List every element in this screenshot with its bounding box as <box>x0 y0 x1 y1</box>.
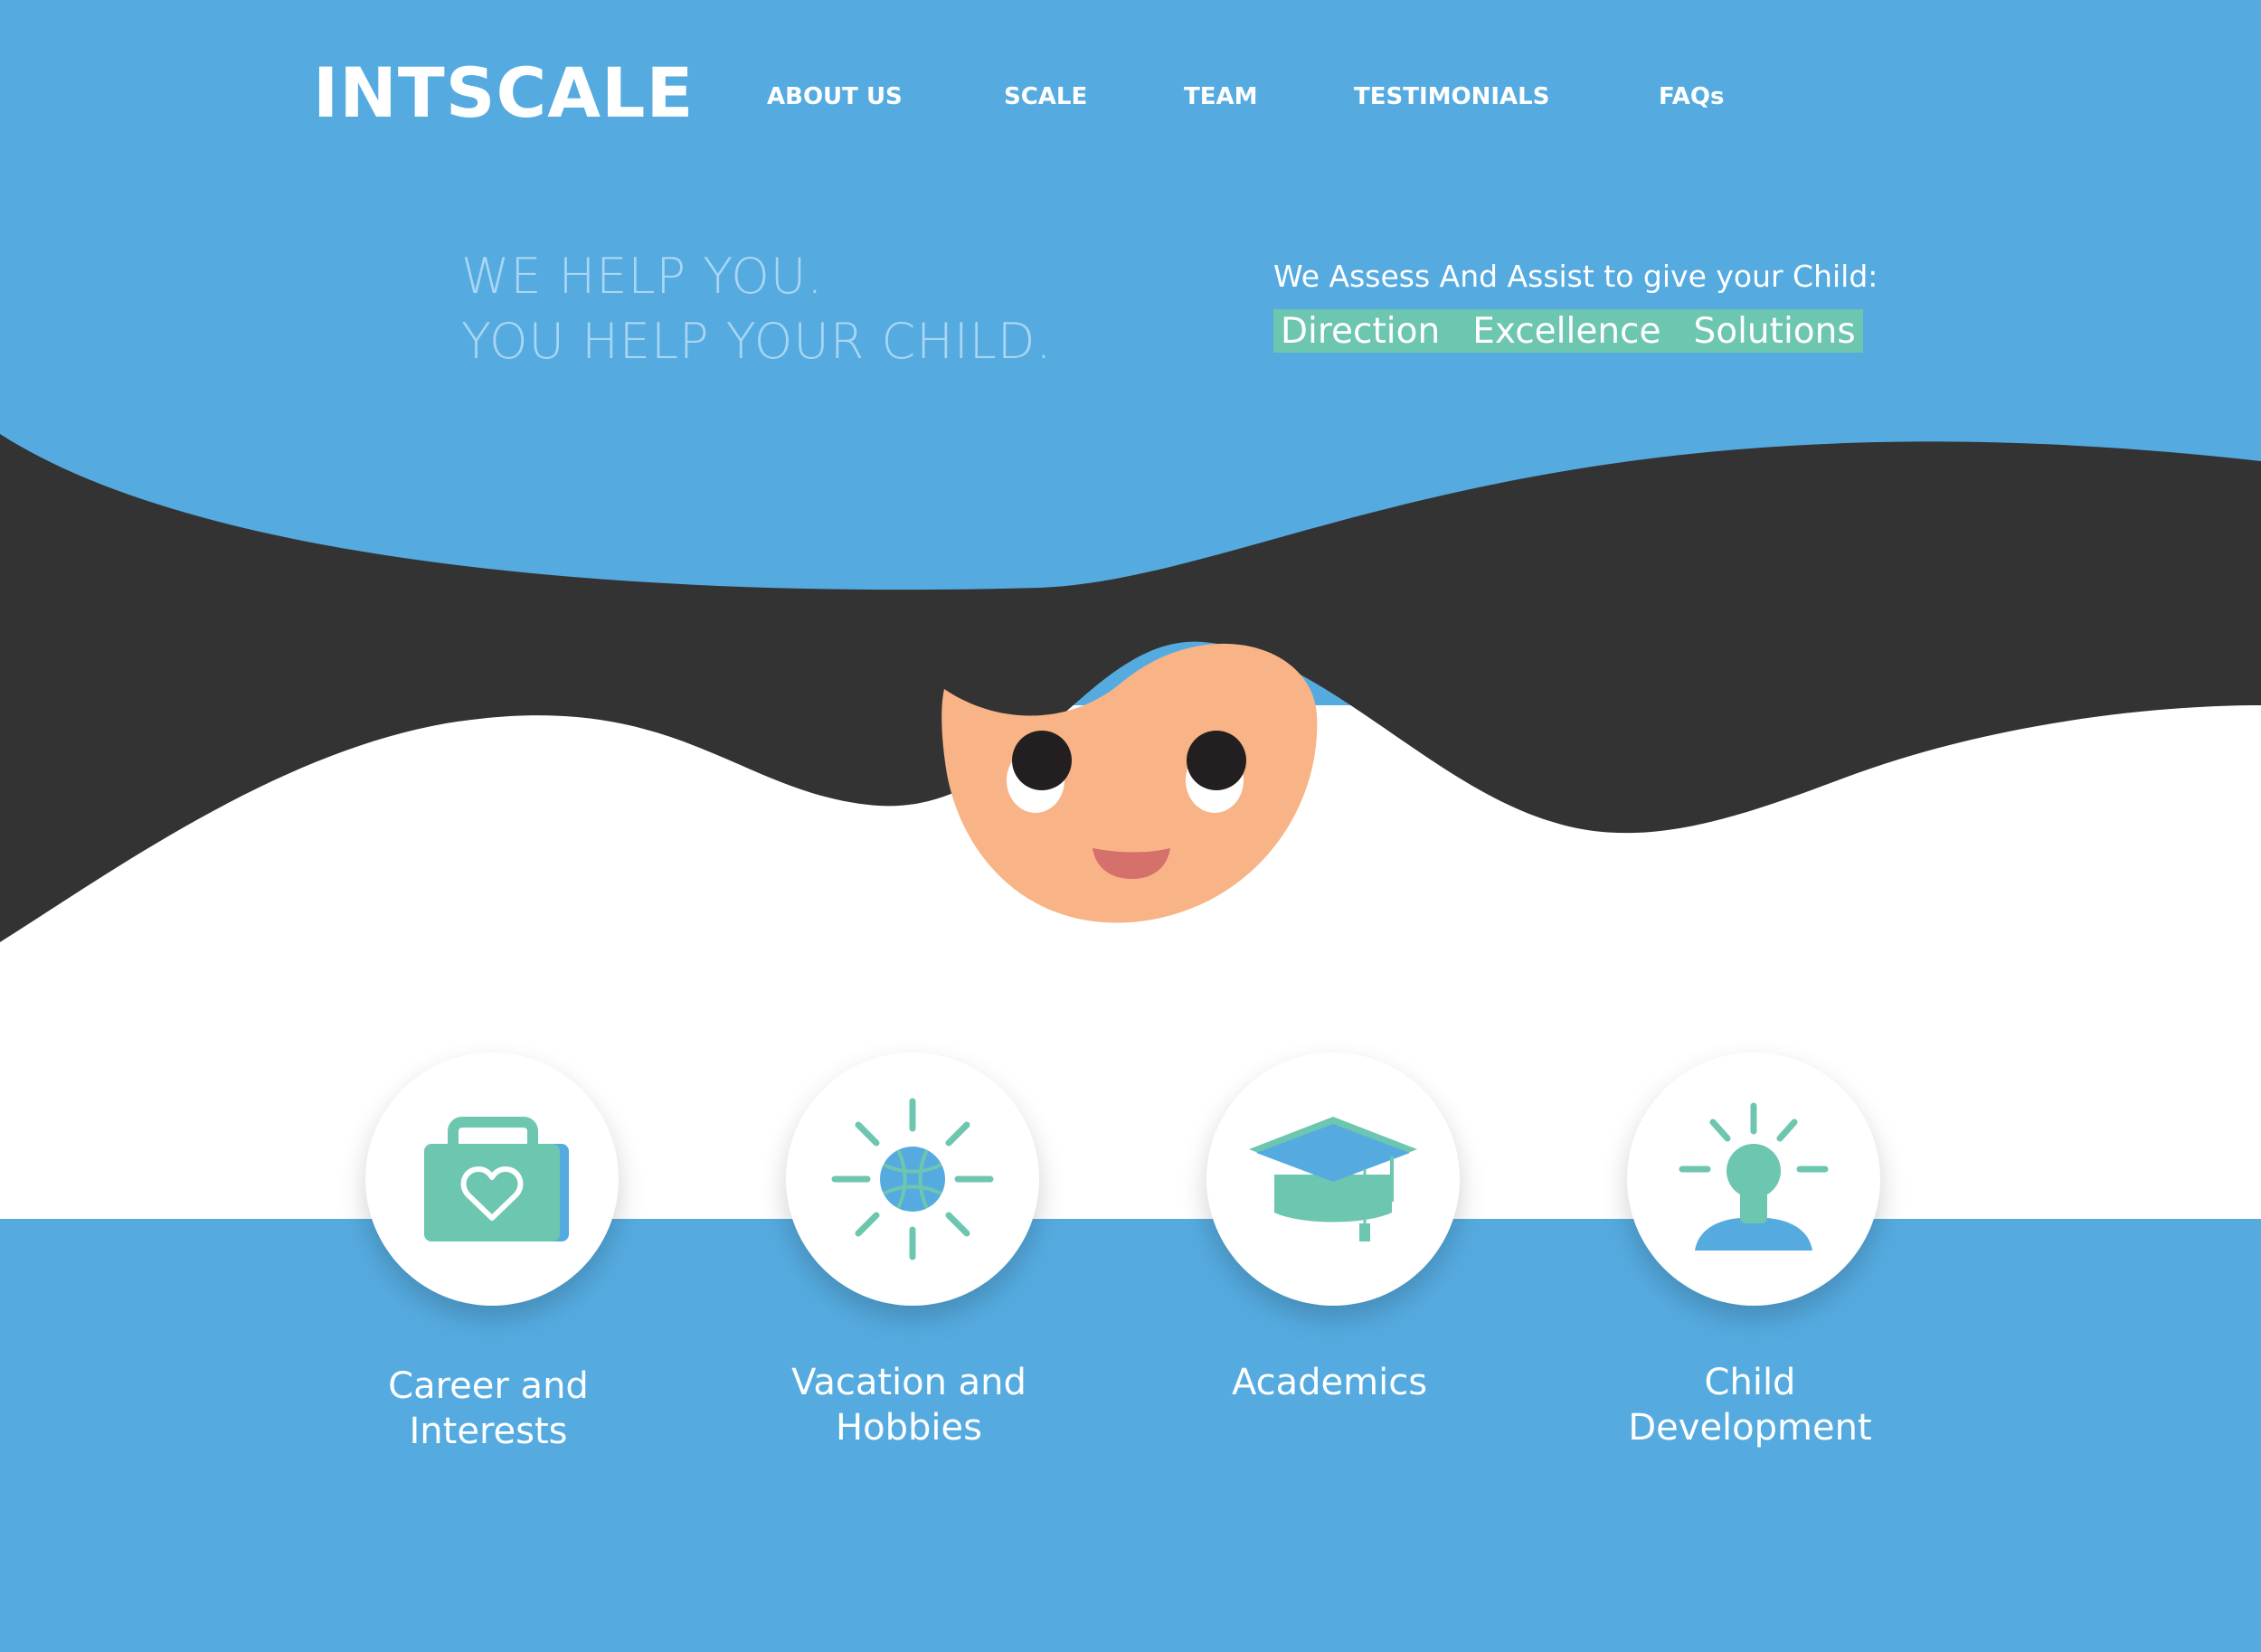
tagline-line-2: YOU HELP YOUR CHILD. <box>461 313 1053 370</box>
briefcase-heart-icon <box>424 1117 569 1241</box>
nav-testimonials[interactable]: TESTIMONIALS <box>1354 83 1549 110</box>
feature-academics-label: Academics <box>1167 1360 1492 1405</box>
feature-career-label: Career and Interests <box>326 1364 651 1454</box>
feature-vacation-button[interactable] <box>786 1053 1039 1306</box>
nav-scale[interactable]: SCALE <box>1004 83 1087 110</box>
nav-about-us[interactable]: ABOUT US <box>767 83 903 110</box>
right-pupil <box>1187 731 1246 790</box>
tagline-line-1: WE HELP YOU. <box>461 248 824 305</box>
value-pills: Direction Excellence Solutions <box>1273 309 1863 353</box>
left-pupil <box>1012 731 1072 790</box>
nav-team[interactable]: TEAM <box>1184 83 1258 110</box>
brand-logo[interactable]: INTSCALE <box>313 52 694 133</box>
academics-label-line-1: Academics <box>1231 1362 1428 1403</box>
feature-vacation-label: Vacation and Hobbies <box>746 1360 1072 1450</box>
feature-child-development-button[interactable] <box>1627 1053 1880 1306</box>
hero-tagline: WE HELP YOU. YOU HELP YOUR CHILD. <box>461 244 1053 374</box>
assist-text: We Assess And Assist to give your Child: <box>1273 259 1878 294</box>
landing-page: INTSCALE ABOUT US SCALE TEAM TESTIMONIAL… <box>0 0 2261 1652</box>
child-dev-label-line-2: Development <box>1628 1407 1872 1449</box>
pill-solutions: Solutions <box>1693 310 1856 352</box>
feature-academics-button[interactable] <box>1206 1053 1460 1306</box>
sun-ball-icon <box>831 1098 994 1260</box>
child-dev-label-line-1: Child <box>1704 1362 1796 1403</box>
vacation-label-line-2: Hobbies <box>836 1407 982 1449</box>
feature-career-button[interactable] <box>365 1053 619 1306</box>
nav-faqs[interactable]: FAQs <box>1659 83 1724 110</box>
graduation-cap-icon <box>1249 1117 1417 1241</box>
career-label-line-1: Career and <box>388 1365 589 1407</box>
pill-direction: Direction <box>1281 310 1441 352</box>
pill-excellence: Excellence <box>1472 310 1661 352</box>
career-label-line-2: Interests <box>409 1411 568 1452</box>
vacation-label-line-1: Vacation and <box>791 1362 1026 1403</box>
idea-person-icon <box>1679 1102 1829 1251</box>
feature-child-development-label: Child Development <box>1587 1360 1913 1450</box>
